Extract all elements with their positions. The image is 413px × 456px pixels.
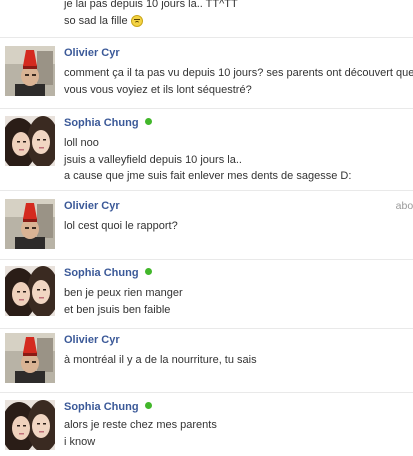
author-link[interactable]: Olivier Cyr — [64, 47, 120, 59]
message-header: Sophia Chung — [64, 116, 413, 131]
couple-photo-avatar-icon — [5, 116, 55, 166]
message: Sophia Chung 1 alors je reste chez mes p… — [0, 400, 413, 456]
timestamp[interactable]: abou — [396, 199, 413, 214]
message-line: jsuis a valleyfield depuis 10 jours la.. — [64, 153, 242, 166]
message-body: Olivier Cyr 1 à montréal il y a de la no… — [64, 333, 413, 369]
message-header: Sophia Chung — [64, 400, 413, 415]
avatar[interactable] — [5, 199, 55, 249]
avatar[interactable] — [5, 266, 55, 316]
message-body: Sophia Chung 2 ben je peux rien manger e… — [64, 266, 413, 318]
avatar[interactable] — [5, 116, 55, 166]
message-body: Sophia Chung 1 alors je reste chez mes p… — [64, 400, 413, 450]
message-line: a cause que jme suis fait enlever mes de… — [64, 170, 352, 182]
message-header: Olivier Cyr — [64, 333, 413, 348]
avatar[interactable] — [5, 46, 55, 96]
red-hat-avatar-icon — [5, 199, 55, 249]
couple-photo-avatar-icon — [5, 400, 55, 450]
message-line: lol cest quoi le rapport? — [64, 220, 178, 232]
message-partial-top: je lai pas depuis 10 jours la.. TT^TT so… — [0, 0, 413, 38]
message-header: Olivier Cyr — [64, 199, 413, 214]
red-hat-avatar-icon — [5, 46, 55, 96]
author-link[interactable]: Sophia Chung — [64, 267, 139, 279]
red-hat-avatar-icon — [5, 333, 55, 383]
message-line: vous vous voyiez et ils lont séquestré? — [64, 83, 252, 96]
avatar[interactable] — [5, 400, 55, 450]
message-line: et ben jsuis ben faible — [64, 303, 171, 316]
message: Sophia Chung 2 ben je peux rien manger e… — [0, 266, 413, 329]
author-link[interactable]: Sophia Chung — [64, 401, 139, 413]
message-line: à montréal il y a de la nourriture, tu s… — [64, 354, 257, 366]
message-line: loll noo — [64, 137, 99, 149]
online-status-icon — [144, 402, 152, 409]
author-link[interactable]: Olivier Cyr — [64, 200, 120, 212]
online-status-icon — [144, 268, 152, 275]
message-thread: je lai pas depuis 10 jours la.. TT^TT so… — [0, 0, 413, 456]
message-line: alors je reste chez mes parents — [64, 419, 217, 431]
online-status-icon — [144, 118, 152, 125]
message: Olivier Cyr abou lol cest quoi le rappor… — [0, 199, 413, 260]
message-body: je lai pas depuis 10 jours la.. TT^TT so… — [64, 0, 413, 29]
message-body: Sophia Chung loll noo jsuis a valleyfiel… — [64, 116, 413, 185]
message-line: i know — [64, 435, 96, 448]
message-line: ben je peux rien manger — [64, 287, 183, 299]
message-line-text: so sad la fille — [64, 14, 128, 27]
sad-face-icon — [130, 14, 143, 27]
couple-photo-avatar-icon — [5, 266, 55, 316]
message-line: je lai pas depuis 10 jours la.. TT^TT — [64, 0, 238, 10]
message-line: so sad la fille — [64, 13, 413, 30]
message-body: Olivier Cyr comment ça il ta pas vu depu… — [64, 46, 413, 98]
message: Sophia Chung loll noo jsuis a valleyfiel… — [0, 116, 413, 191]
message: Olivier Cyr 1 à montréal il y a de la no… — [0, 333, 413, 393]
message-header: Sophia Chung — [64, 266, 413, 281]
author-link[interactable]: Sophia Chung — [64, 117, 139, 129]
message-body: Olivier Cyr abou lol cest quoi le rappor… — [64, 199, 413, 235]
message-header: Olivier Cyr — [64, 46, 413, 61]
author-link[interactable]: Olivier Cyr — [64, 334, 120, 346]
message-line: comment ça il ta pas vu depuis 10 jours?… — [64, 67, 413, 79]
message: Olivier Cyr comment ça il ta pas vu depu… — [0, 46, 413, 109]
avatar[interactable] — [5, 333, 55, 383]
